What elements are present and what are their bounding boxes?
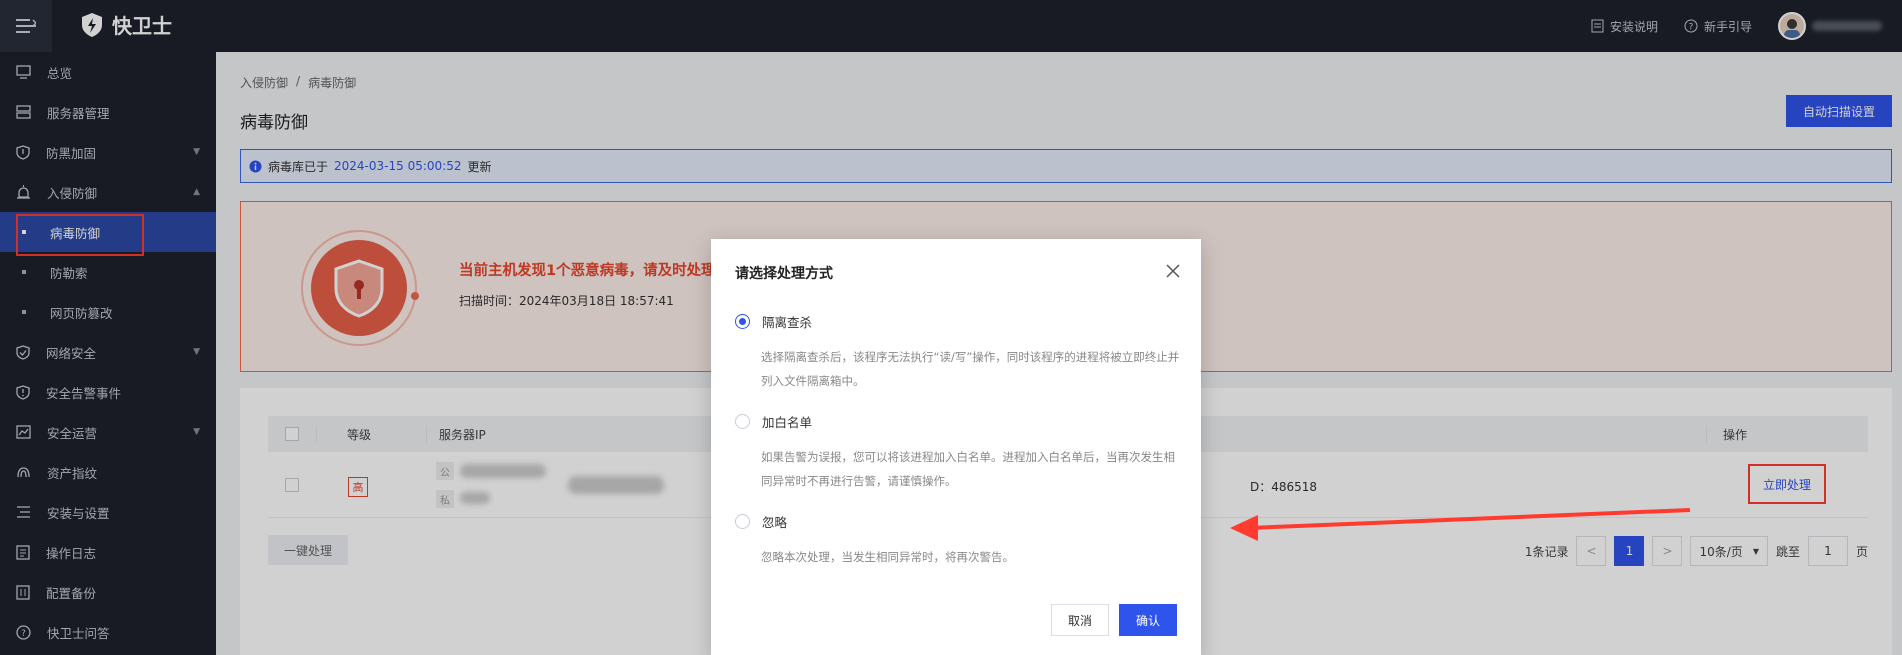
handle-method-dialog: 请选择处理方式 隔离查杀 选择隔离查杀后，该程序无法执行“读/写”操作，同时该程… (711, 239, 1201, 655)
option-desc: 选择隔离查杀后，该程序无法执行“读/写”操作，同时该程序的进程将被立即终止并列入… (761, 350, 1180, 388)
radio-whitelist[interactable] (735, 414, 750, 429)
option-whitelist[interactable]: 加白名单 (735, 412, 812, 431)
confirm-button[interactable]: 确认 (1119, 604, 1177, 636)
option-isolate-kill[interactable]: 隔离查杀 (735, 312, 812, 331)
dialog-footer: 取消 确认 (1051, 604, 1177, 636)
option-label: 加白名单 (762, 415, 813, 430)
radio-ignore[interactable] (735, 514, 750, 529)
cancel-button[interactable]: 取消 (1051, 604, 1109, 636)
option-label: 隔离查杀 (762, 315, 813, 330)
option-desc: 忽略本次处理，当发生相同异常时，将再次警告。 (761, 550, 1014, 564)
dialog-title: 请选择处理方式 (735, 266, 833, 282)
close-icon[interactable] (1165, 263, 1181, 279)
radio-isolate-kill[interactable] (735, 314, 750, 329)
option-ignore[interactable]: 忽略 (735, 512, 787, 531)
option-label: 忽略 (762, 515, 788, 530)
option-desc: 如果告警为误报，您可以将该进程加入白名单。进程加入白名单后，当再次发生相同异常时… (761, 450, 1175, 488)
